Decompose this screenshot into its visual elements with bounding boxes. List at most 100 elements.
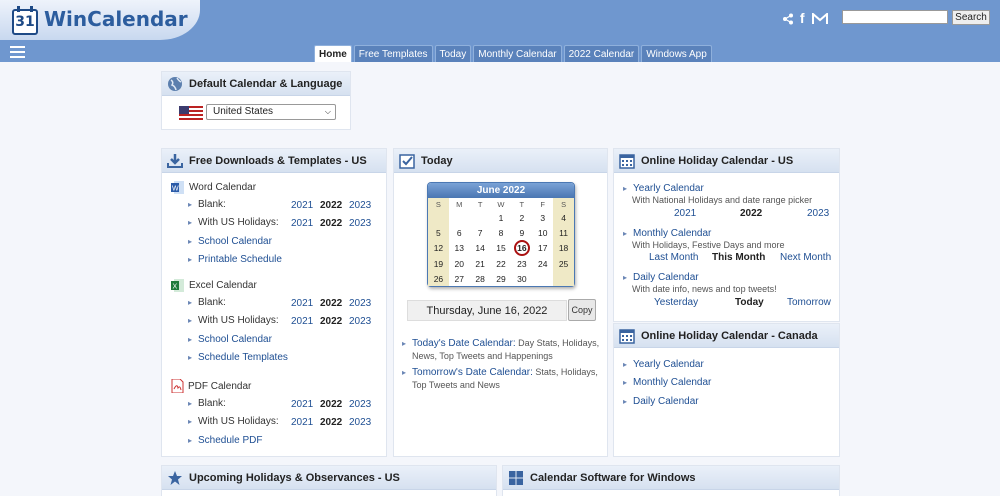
facebook-icon[interactable]: f [800,10,807,26]
tab-monthly-calendar[interactable]: Monthly Calendar [473,45,562,62]
excel-blank-2021[interactable]: 2021 [291,298,313,309]
pdf-holidays-2021[interactable]: 2021 [291,417,313,428]
word-school-calendar-link[interactable]: School Calendar [188,236,272,247]
hamburger-menu-icon[interactable] [10,46,25,58]
us-last-month-link[interactable]: Last Month [649,252,698,263]
calendar-software-panel: Calendar Software for Windows [502,465,840,496]
excel-blank-label: Blank: [188,297,226,308]
us-yearly-2023[interactable]: 2023 [807,208,829,219]
day-cell-today[interactable]: 16 [511,240,532,256]
pdf-holidays-2023[interactable]: 2023 [349,417,371,428]
upcoming-holidays-header: Upcoming Holidays & Observances - US [162,466,496,490]
us-this-month-link[interactable]: This Month [712,252,765,263]
pdf-blank-2022[interactable]: 2022 [320,399,342,410]
logo[interactable]: 31 WinCalendar [0,0,200,40]
us-yesterday-link[interactable]: Yesterday [654,297,698,308]
day-cell[interactable]: 13 [449,240,470,256]
us-yearly-2022[interactable]: 2022 [740,208,762,219]
day-cell[interactable]: 30 [511,271,532,286]
excel-holidays-2023[interactable]: 2023 [349,316,371,327]
svg-text:W: W [172,186,179,193]
pdf-schedule-link[interactable]: Schedule PDF [188,435,262,446]
current-date-field[interactable]: Thursday, June 16, 2022 [407,300,567,321]
day-cell[interactable]: 10 [532,225,553,240]
us-yearly-calendar-link[interactable]: Yearly Calendar [623,183,704,194]
ca-monthly-calendar-link[interactable]: Monthly Calendar [623,377,711,388]
us-next-month-link[interactable]: Next Month [780,252,831,263]
day-cell[interactable]: 26 [428,271,449,286]
day-cell[interactable]: 27 [449,271,470,286]
day-cell[interactable]: 11 [553,225,574,240]
excel-blank-2022[interactable]: 2022 [320,298,342,309]
day-cell[interactable]: 22 [491,256,512,271]
day-cell[interactable]: 28 [470,271,491,286]
day-cell[interactable]: 18 [553,240,574,256]
online-canada-panel-header: Online Holiday Calendar - Canada [614,324,839,348]
day-cell[interactable]: 15 [491,240,512,256]
us-tomorrow-link[interactable]: Tomorrow [787,297,831,308]
excel-holidays-2021[interactable]: 2021 [291,316,313,327]
tab-today[interactable]: Today [434,45,472,62]
pdf-holidays-2022[interactable]: 2022 [320,417,342,428]
tab-windows-app[interactable]: Windows App [641,45,712,62]
day-cell[interactable]: 8 [491,225,512,240]
us-monthly-calendar-link[interactable]: Monthly Calendar [623,228,711,239]
word-holidays-2021[interactable]: 2021 [291,218,313,229]
share-icon[interactable] [782,13,794,25]
us-daily-calendar-link[interactable]: Daily Calendar [623,272,699,283]
day-cell[interactable]: 14 [470,240,491,256]
tomorrows-date-calendar-link[interactable]: Tomorrow's Date Calendar: [412,367,533,378]
day-cell[interactable]: 1 [491,210,512,225]
day-cell[interactable]: 23 [511,256,532,271]
tab-2022-calendar[interactable]: 2022 Calendar [563,45,640,62]
mini-calendar[interactable]: June 2022 S M T W T F S 1 2 3 4 5 6 7 8 … [427,182,575,287]
ca-yearly-calendar-link[interactable]: Yearly Calendar [623,359,704,370]
word-blank-2023[interactable]: 2023 [349,200,371,211]
search-button[interactable]: Search [952,10,990,25]
day-cell[interactable]: 7 [470,225,491,240]
word-blank-2021[interactable]: 2021 [291,200,313,211]
country-select[interactable]: United States ⌵ [206,104,336,120]
tab-home[interactable]: Home [314,45,352,62]
excel-blank-2023[interactable]: 2023 [349,298,371,309]
day-cell[interactable]: 19 [428,256,449,271]
word-holidays-2022[interactable]: 2022 [320,218,342,229]
ca-daily-calendar-link[interactable]: Daily Calendar [623,396,699,407]
day-cell[interactable]: 4 [553,210,574,225]
today-panel: Today June 2022 S M T W T F S 1 2 3 4 5 … [393,148,608,457]
bullet [402,338,412,348]
day-cell[interactable]: 2 [511,210,532,225]
word-printable-schedule-link[interactable]: Printable Schedule [188,254,282,265]
main-tabs: Home Free Templates Today Monthly Calend… [314,45,712,62]
email-icon[interactable] [812,12,829,25]
day-cell[interactable]: 9 [511,225,532,240]
search-input[interactable] [842,10,948,24]
day-cell[interactable]: 12 [428,240,449,256]
excel-holidays-2022[interactable]: 2022 [320,316,342,327]
downloads-panel: Free Downloads & Templates - US W Word C… [161,148,387,457]
word-blank-label: Blank: [188,199,226,210]
us-yearly-2021[interactable]: 2021 [674,208,696,219]
day-cell[interactable]: 6 [449,225,470,240]
day-cell[interactable]: 25 [553,256,574,271]
day-cell[interactable]: 21 [470,256,491,271]
day-cell[interactable]: 20 [449,256,470,271]
us-today-link[interactable]: Today [735,297,764,308]
day-cell[interactable]: 5 [428,225,449,240]
pdf-blank-2021[interactable]: 2021 [291,399,313,410]
pdf-blank-2023[interactable]: 2023 [349,399,371,410]
copy-button[interactable]: Copy [568,299,596,321]
todays-date-calendar-link[interactable]: Today's Date Calendar: [412,338,516,349]
tab-free-templates[interactable]: Free Templates [353,45,433,62]
today-panel-title: Today [421,154,453,167]
day-cell[interactable]: 29 [491,271,512,286]
day-cell[interactable]: 3 [532,210,553,225]
day-cell[interactable]: 17 [532,240,553,256]
word-blank-2022[interactable]: 2022 [320,200,342,211]
excel-schedule-templates-link[interactable]: Schedule Templates [188,352,288,363]
chevron-down-icon: ⌵ [324,107,331,116]
day-cell[interactable]: 24 [532,256,553,271]
word-holidays-2023[interactable]: 2023 [349,218,371,229]
today-date-link-item: Today's Date Calendar: Day Stats, Holida… [402,337,600,362]
excel-school-calendar-link[interactable]: School Calendar [188,334,272,345]
